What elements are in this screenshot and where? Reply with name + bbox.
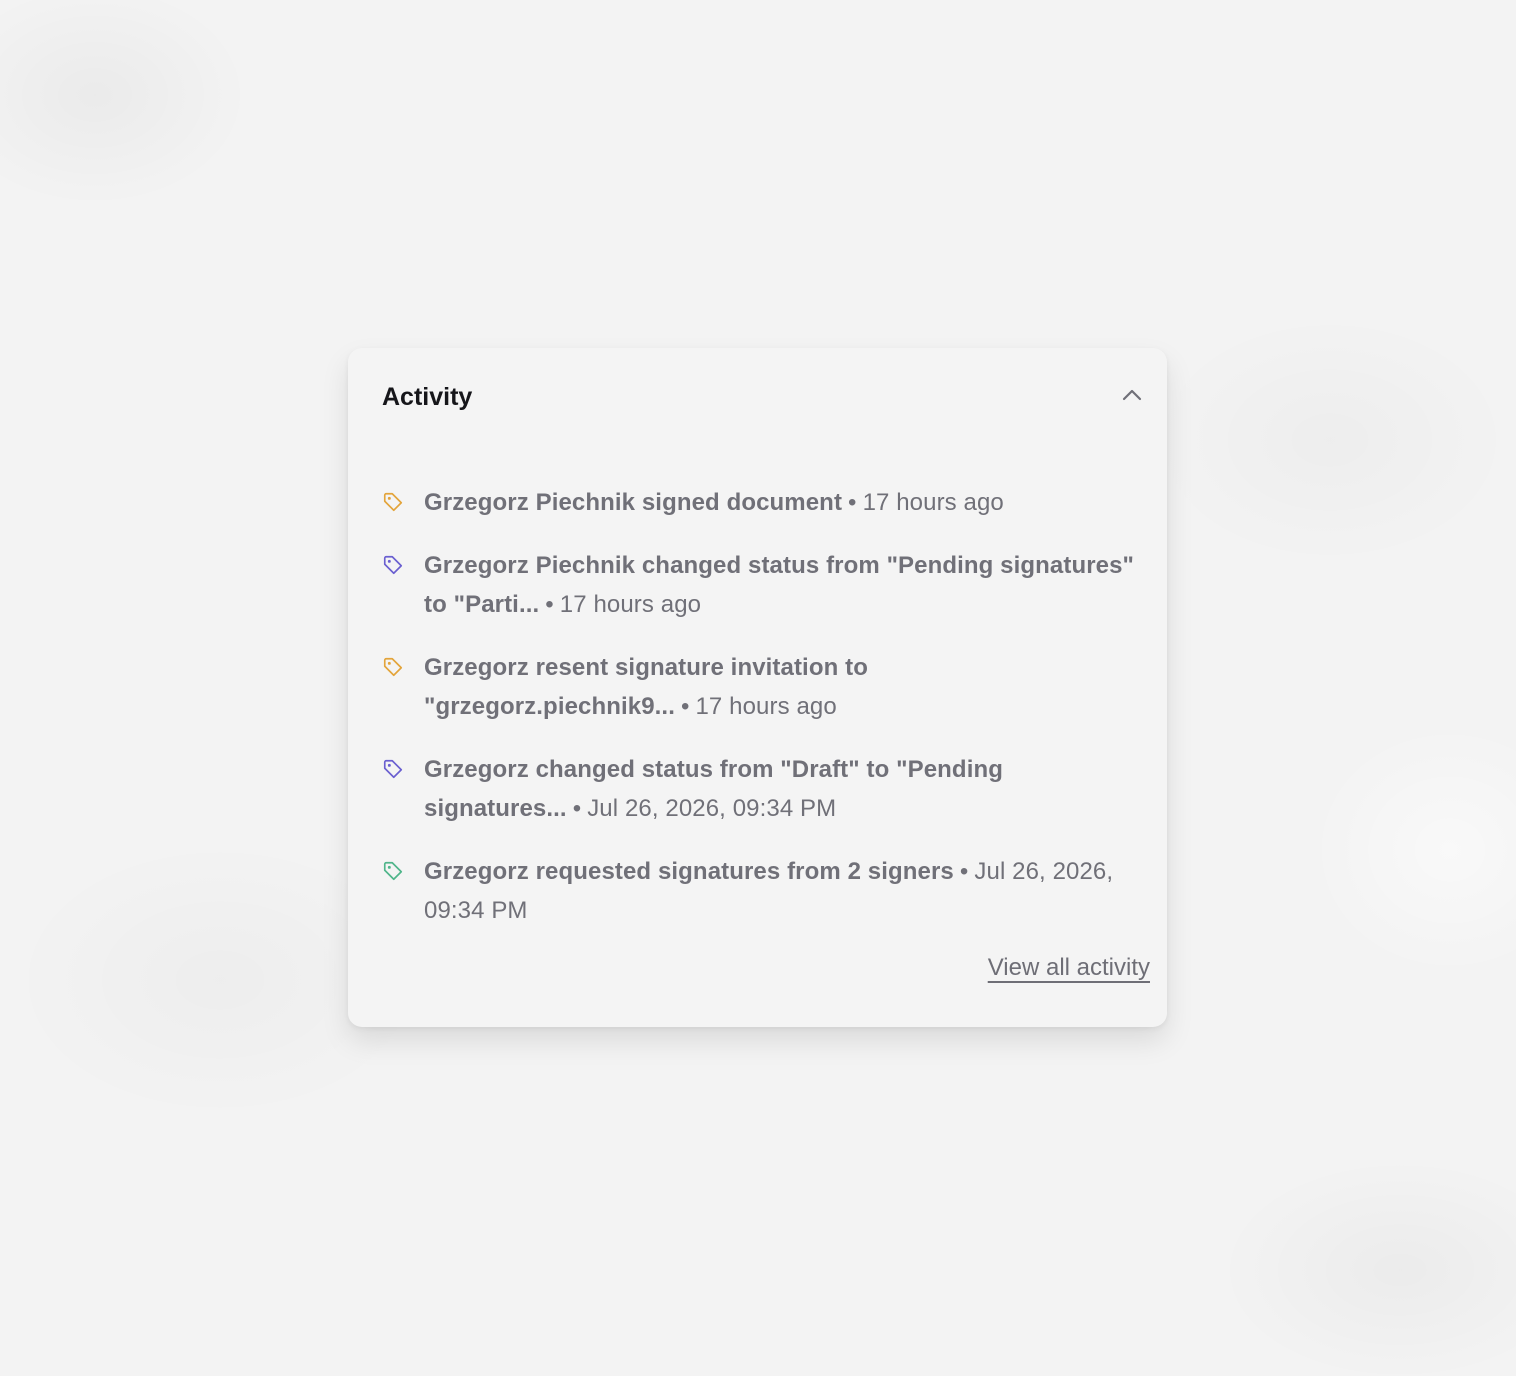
separator-dot: • <box>545 591 554 618</box>
activity-action: Grzegorz Piechnik changed status from "P… <box>424 552 1135 618</box>
activity-list: Grzegorz Piechnik signed document • 17 hou… <box>382 483 1152 954</box>
tag-icon <box>383 492 403 512</box>
activity-panel: Activity Grzegorz Piechnik signed docume… <box>348 348 1167 1027</box>
panel-title: Activity <box>382 383 473 411</box>
activity-action: Grzegorz requested signatures from 2 sig… <box>424 858 954 885</box>
tag-icon <box>383 555 403 575</box>
tag-icon <box>383 657 403 677</box>
activity-text: Grzegorz resent signature invitation to … <box>424 648 1152 726</box>
tag-icon <box>383 759 403 779</box>
separator-dot: • <box>848 489 857 516</box>
activity-item: Grzegorz Piechnik signed document • 17 hou… <box>382 483 1152 522</box>
activity-text: Grzegorz Piechnik signed document • 17 hou… <box>424 483 1004 522</box>
activity-item: Grzegorz resent signature invitation to … <box>382 648 1152 726</box>
activity-time: 17 hours ago <box>862 489 1004 516</box>
separator-dot: • <box>959 858 969 885</box>
activity-text: Grzegorz Piechnik changed status from "P… <box>424 546 1152 624</box>
activity-item: Grzegorz Piechnik changed status from "P… <box>382 546 1152 624</box>
tag-icon <box>383 861 403 881</box>
activity-action: Grzegorz Piechnik signed document <box>424 489 843 516</box>
chevron-up-icon <box>1122 389 1142 401</box>
view-all-activity-link[interactable]: View all activity <box>988 953 1150 983</box>
activity-item: Grzegorz requested signatures from 2 sig… <box>382 852 1152 930</box>
separator-dot: • <box>680 693 690 720</box>
activity-text: Grzegorz requested signatures from 2 sig… <box>424 852 1152 930</box>
activity-item: Grzegorz changed status from "Draft" to … <box>382 750 1152 828</box>
activity-text: Grzegorz changed status from "Draft" to … <box>424 750 1152 828</box>
activity-time: 17 hours ago <box>695 693 837 720</box>
activity-time: Jul 26, 2026, 09:34 PM <box>587 795 837 822</box>
activity-time: 17 hours ago <box>559 591 702 618</box>
separator-dot: • <box>572 795 582 822</box>
collapse-button[interactable] <box>1118 383 1146 407</box>
